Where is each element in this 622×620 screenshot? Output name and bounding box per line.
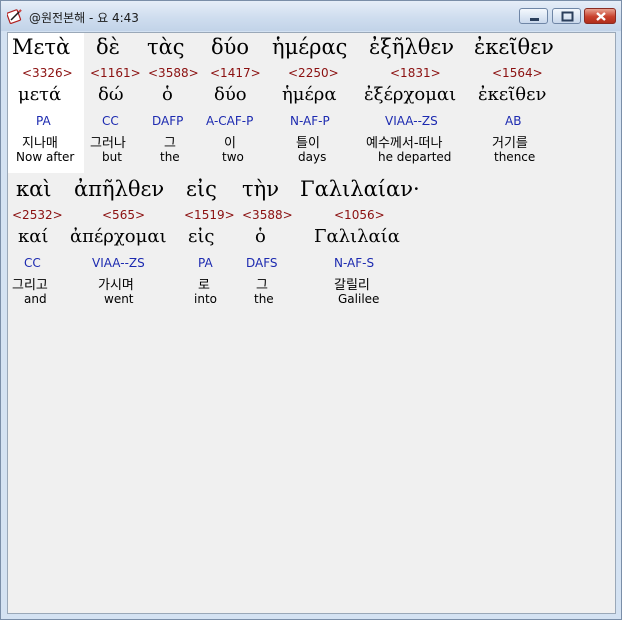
korean-gloss: 갈릴리	[334, 278, 370, 293]
greek-word: ἡμέρας	[272, 35, 348, 59]
strong-number[interactable]: <1564>	[492, 66, 543, 80]
greek-word: ἐξῆλθεν	[369, 35, 455, 59]
lemma: Γαλιλαία	[314, 226, 400, 247]
greek-word: ἀπῆλθεν	[74, 177, 165, 201]
lemma: μετά	[18, 84, 62, 105]
morph-code[interactable]: CC	[24, 256, 41, 270]
strong-number[interactable]: <2532>	[12, 208, 63, 222]
greek-word: δὲ	[96, 35, 120, 59]
greek-word: εἰς	[186, 177, 217, 201]
english-gloss: and	[24, 292, 47, 306]
lemma: εἰς	[188, 226, 215, 247]
morph-code[interactable]: VIAA--ZS	[92, 256, 145, 270]
korean-gloss: 그	[164, 136, 176, 151]
morph-code[interactable]: VIAA--ZS	[385, 114, 438, 128]
strong-number[interactable]: <1519>	[184, 208, 235, 222]
morph-code[interactable]: PA	[36, 114, 51, 128]
title-bar[interactable]: @원전본해 - 요 4:43	[1, 1, 621, 31]
strong-number[interactable]: <3588>	[148, 66, 199, 80]
korean-gloss: 그	[256, 278, 268, 293]
greek-word: Γαλιλαίαν·	[300, 177, 420, 201]
close-button[interactable]	[584, 8, 616, 24]
morph-code[interactable]: AB	[505, 114, 521, 128]
greek-word: καὶ	[16, 177, 52, 201]
lemma: ὁ	[162, 84, 173, 105]
lemma: ἐξέρχομαι	[364, 84, 457, 105]
strong-number[interactable]: <1161>	[90, 66, 141, 80]
minimize-button[interactable]	[519, 8, 548, 24]
english-gloss: went	[104, 292, 134, 306]
minimize-icon	[530, 18, 539, 21]
morph-code[interactable]: DAFP	[152, 114, 183, 128]
strong-number[interactable]: <3326>	[22, 66, 73, 80]
lemma: δώ	[98, 84, 124, 105]
korean-gloss: 로	[198, 278, 210, 293]
korean-gloss: 이	[224, 136, 236, 151]
strong-number[interactable]: <3588>	[242, 208, 293, 222]
korean-gloss: 가시며	[98, 278, 134, 293]
window-title: @원전본해 - 요 4:43	[29, 11, 139, 25]
strong-number[interactable]: <1056>	[334, 208, 385, 222]
korean-gloss: 그리고	[12, 278, 48, 293]
maximize-button[interactable]	[552, 8, 581, 24]
book-pen-icon[interactable]	[6, 8, 23, 25]
english-gloss: thence	[494, 150, 536, 164]
greek-word: Μετὰ	[12, 35, 71, 59]
korean-gloss: 지나매	[22, 136, 58, 151]
app-window: @원전본해 - 요 4:43 Μετὰ <3326> μετά PA 지나매 N…	[0, 0, 622, 620]
strong-number[interactable]: <1417>	[210, 66, 261, 80]
morph-code[interactable]: CC	[102, 114, 119, 128]
english-gloss: Now after	[16, 150, 75, 164]
english-gloss: he departed	[378, 150, 452, 164]
english-gloss: two	[222, 150, 244, 164]
greek-word: τὴν	[242, 177, 279, 201]
english-gloss: the	[254, 292, 274, 306]
greek-word: δύο	[211, 35, 250, 59]
korean-gloss: 거기를	[492, 136, 528, 151]
lemma: ὁ	[255, 226, 266, 247]
morph-code[interactable]: DAFS	[246, 256, 278, 270]
lemma: καί	[18, 226, 49, 247]
english-gloss: the	[160, 150, 180, 164]
lemma: δύο	[214, 84, 247, 105]
interlinear-view[interactable]: Μετὰ <3326> μετά PA 지나매 Now after δὲ <11…	[7, 32, 616, 614]
english-gloss: into	[194, 292, 217, 306]
english-gloss: days	[298, 150, 327, 164]
strong-number[interactable]: <2250>	[288, 66, 339, 80]
morph-code[interactable]: N-AF-S	[334, 256, 374, 270]
strong-number[interactable]: <565>	[102, 208, 145, 222]
lemma: ἀπέρχομαι	[70, 226, 167, 247]
maximize-icon	[561, 11, 574, 22]
morph-code[interactable]: PA	[198, 256, 213, 270]
korean-gloss: 예수께서-떠나	[366, 136, 443, 151]
morph-code[interactable]: A-CAF-P	[206, 114, 253, 128]
close-icon	[596, 12, 606, 21]
korean-gloss: 틀이	[296, 136, 320, 151]
morph-code[interactable]: N-AF-P	[290, 114, 330, 128]
english-gloss: Galilee	[338, 292, 380, 306]
lemma: ἐκεῖθεν	[478, 84, 547, 105]
english-gloss: but	[102, 150, 122, 164]
lemma: ἡμέρα	[282, 84, 337, 105]
strong-number[interactable]: <1831>	[390, 66, 441, 80]
greek-word: ἐκεῖθεν	[474, 35, 554, 59]
greek-word: τὰς	[147, 35, 185, 59]
korean-gloss: 그러나	[90, 136, 126, 151]
